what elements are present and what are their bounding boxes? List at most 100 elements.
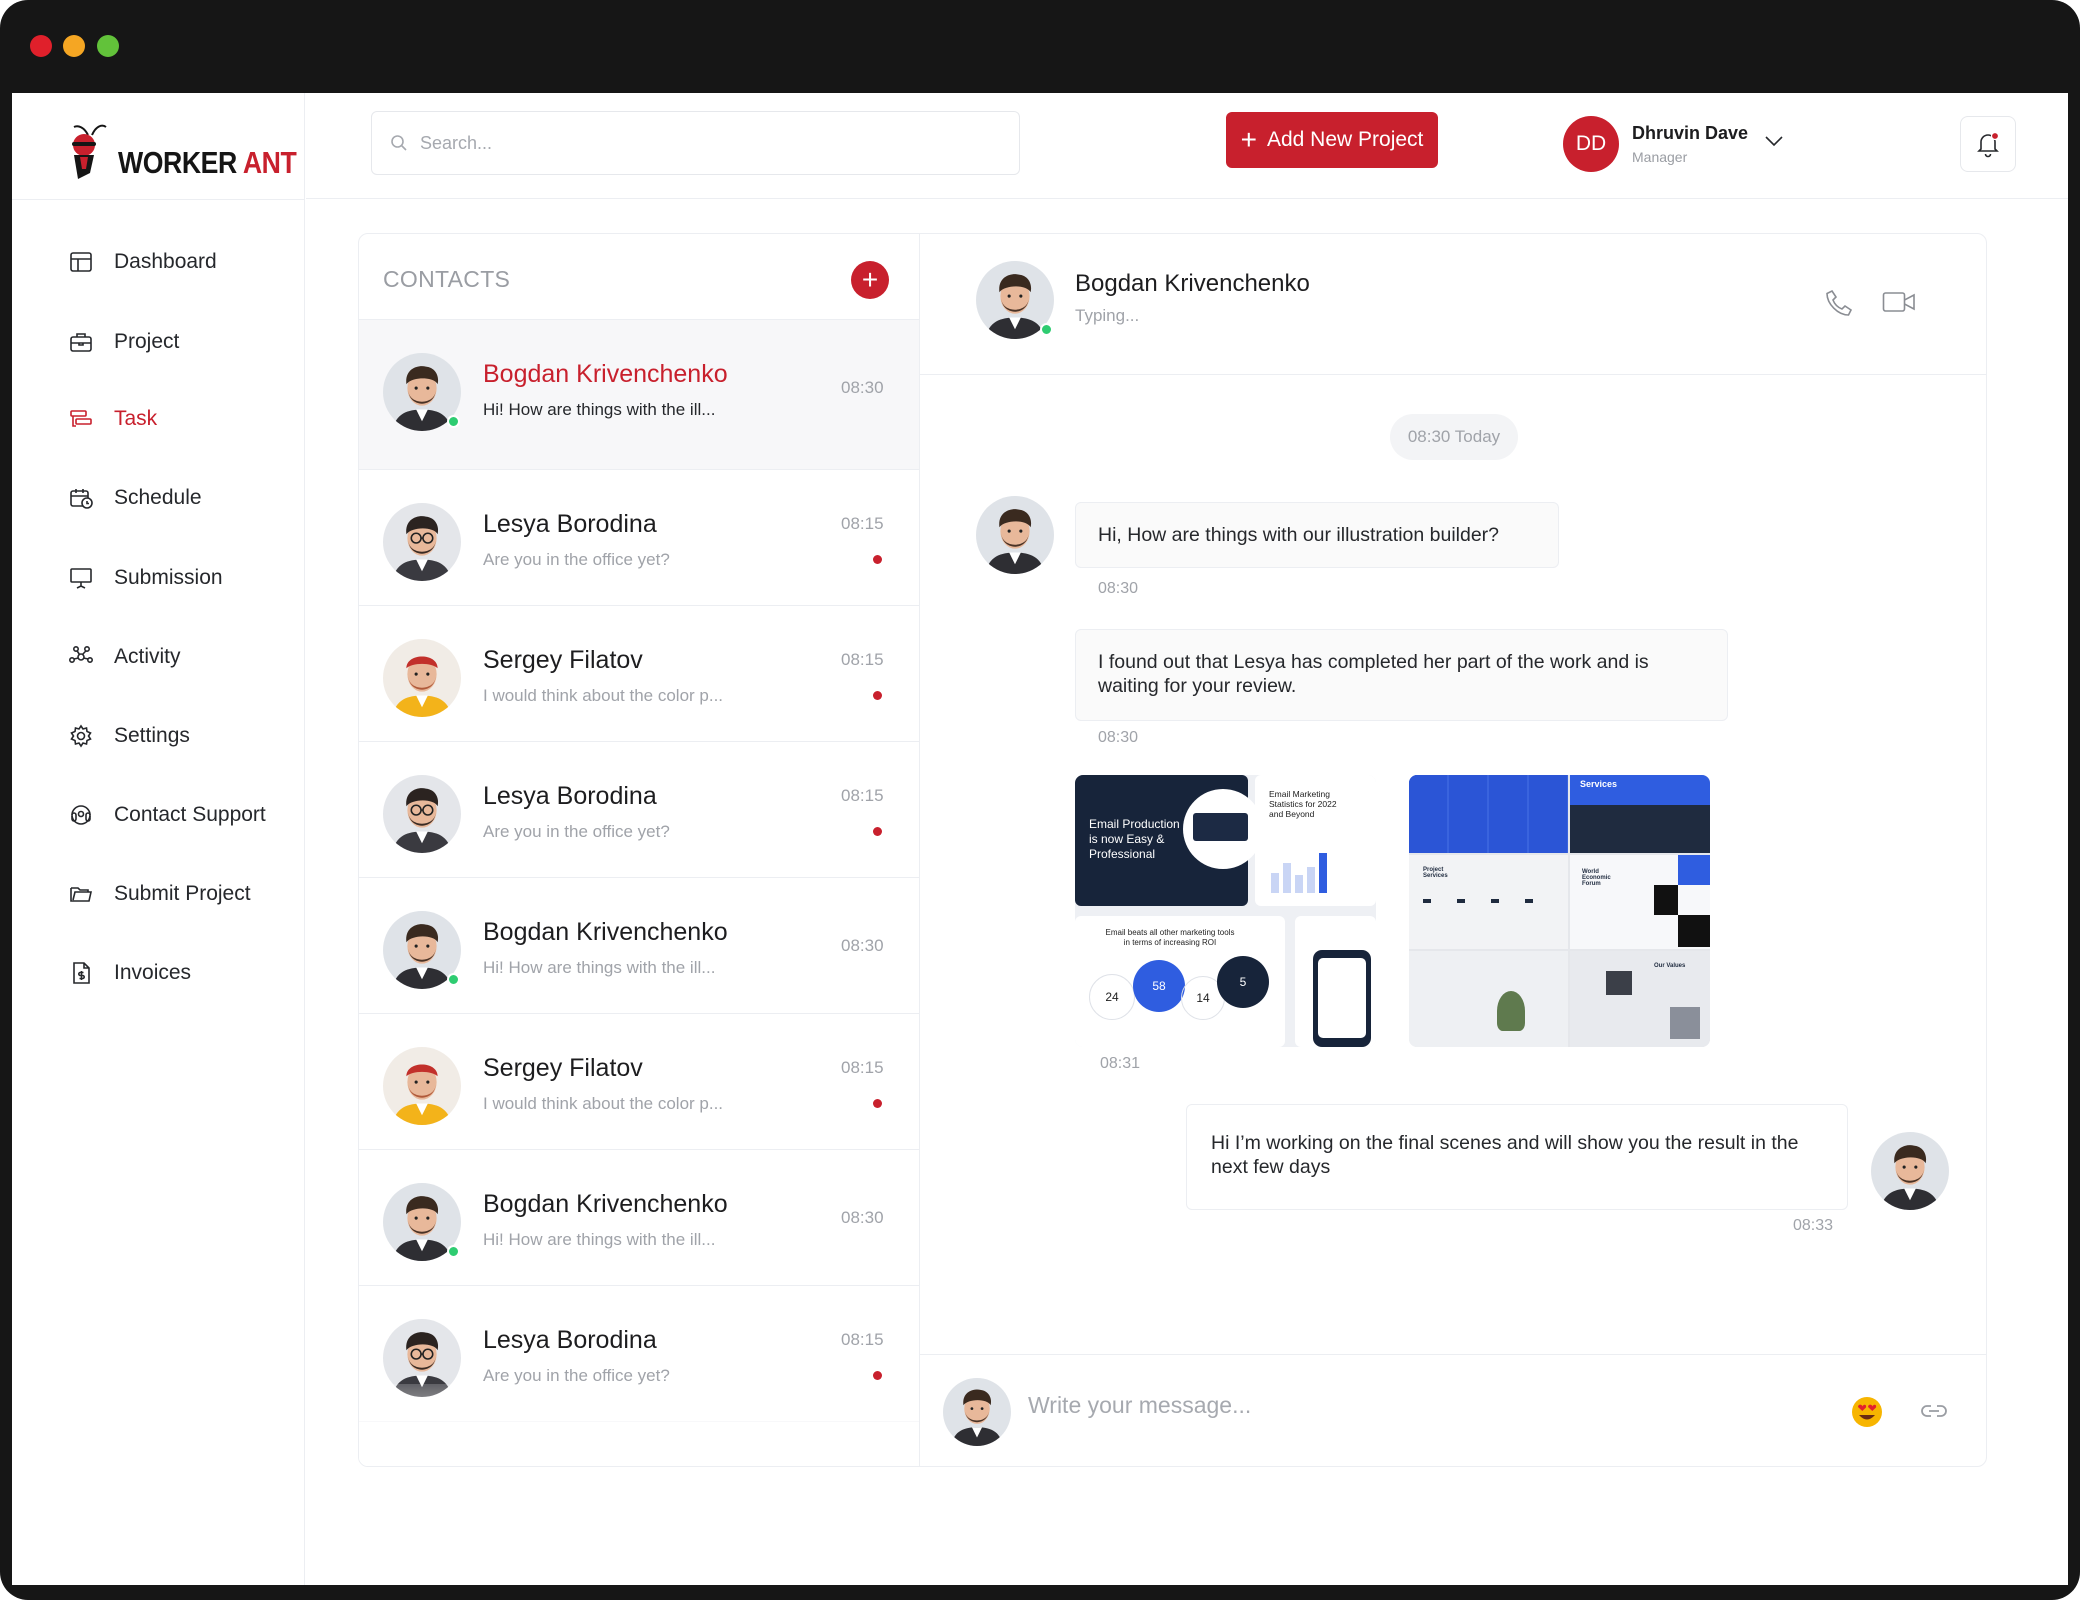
message-time: 08:30 xyxy=(1098,580,1139,597)
close-window-button[interactable] xyxy=(30,35,52,57)
add-new-project-button[interactable]: + Add New Project xyxy=(1226,112,1438,168)
avatar xyxy=(1871,1132,1949,1210)
task-icon xyxy=(70,410,92,427)
user-menu[interactable]: DD Dhruvin Dave Manager xyxy=(1563,114,1784,174)
contact-item[interactable]: Bogdan Krivenchenko Hi! How are things wi… xyxy=(359,1150,919,1286)
sidebar-item-label: Settings xyxy=(114,724,190,747)
phone-screen xyxy=(1318,958,1366,1038)
contact-item[interactable]: Sergey Filatov 08:15 xyxy=(359,1422,919,1466)
minimize-window-button[interactable] xyxy=(63,35,85,57)
contact-name: Lesya Borodina xyxy=(483,782,657,810)
contact-item[interactable]: Lesya Borodina Are you in the office yet?… xyxy=(359,1286,919,1422)
contact-item[interactable]: Lesya Borodina Are you in the office yet?… xyxy=(359,742,919,878)
avatar-wrapper xyxy=(383,775,461,853)
avatar-wrapper xyxy=(976,261,1054,339)
contact-name: Lesya Borodina xyxy=(483,510,657,538)
attach-link-icon[interactable] xyxy=(1920,1401,1948,1421)
add-contact-button[interactable]: + xyxy=(851,261,889,299)
search-box[interactable] xyxy=(371,111,1020,175)
block-graphic xyxy=(1678,915,1710,947)
contact-time: 08:15 xyxy=(841,650,884,669)
contacts-header: CONTACTS + xyxy=(359,234,919,320)
plus-icon: + xyxy=(1240,124,1257,155)
bell-icon xyxy=(1977,131,2000,158)
message-input[interactable] xyxy=(1028,1392,1808,1419)
sender-avatar[interactable] xyxy=(976,496,1054,574)
sidebar-item-label: Schedule xyxy=(114,486,202,509)
headset-icon xyxy=(71,805,91,825)
project-services-slide: Project Services xyxy=(1409,855,1568,949)
user-role: Manager xyxy=(1632,149,1688,165)
avatar-wrapper xyxy=(383,1183,461,1261)
sidebar-item-label: Submit Project xyxy=(114,882,251,905)
sidebar-item-label: Activity xyxy=(114,645,181,668)
sidebar-item-label: Submission xyxy=(114,566,223,589)
sidebar-item-schedule[interactable]: Schedule xyxy=(68,478,298,518)
messages-panel: CONTACTS + Bogdan Krivenchenko Hi! How ar… xyxy=(358,233,1987,1467)
phone-icon[interactable] xyxy=(1823,287,1855,319)
emoji-icon[interactable] xyxy=(1850,1395,1884,1429)
unread-dot xyxy=(873,1099,882,1108)
contact-last-message: Hi! How are things with the ill... xyxy=(483,400,716,419)
contact-last-message: I would think about the color p... xyxy=(483,686,724,705)
sidebar-item-dashboard[interactable]: Dashboard xyxy=(68,242,298,282)
composer-avatar xyxy=(943,1378,1011,1446)
notifications-button[interactable] xyxy=(1960,116,2016,172)
search-icon xyxy=(391,135,407,151)
contact-last-message: I would think about the color p... xyxy=(483,1094,724,1113)
avatar xyxy=(383,639,461,717)
sidebar-item-project[interactable]: Project xyxy=(68,322,298,362)
brand-name: WORKER ANT xyxy=(118,145,297,181)
avatar-wrapper xyxy=(383,503,461,581)
contact-item[interactable]: Bogdan Krivenchenko Hi! How are things wi… xyxy=(359,878,919,1014)
avatar-image xyxy=(383,1319,461,1397)
contact-time: 08:30 xyxy=(841,936,884,955)
services-banner-title: Services xyxy=(1580,779,1618,789)
contact-name: Sergey Filatov xyxy=(483,646,643,674)
sidebar-item-activity[interactable]: Activity xyxy=(68,637,298,677)
avatar-image xyxy=(383,503,461,581)
sidebar-item-task[interactable]: Task xyxy=(68,399,298,439)
activity-icon xyxy=(68,645,93,664)
sidebar-item-settings[interactable]: Settings xyxy=(68,716,298,756)
sidebar-divider xyxy=(12,199,305,200)
chat-header: Bogdan Krivenchenko Typing... xyxy=(920,234,1986,375)
sidebar-item-submit-project[interactable]: Submit Project xyxy=(68,874,298,914)
contact-time: 08:15 xyxy=(841,1058,884,1077)
ant-logo-icon xyxy=(72,124,107,179)
sidebar-item-contact-support[interactable]: Contact Support xyxy=(68,795,298,835)
search-input[interactable] xyxy=(420,132,980,154)
brand-logo[interactable]: WORKER ANT xyxy=(68,115,297,185)
image-attachment[interactable]: Services Project Services World Economic… xyxy=(1409,775,1710,1047)
message-composer xyxy=(920,1354,1986,1466)
avatar-image xyxy=(383,775,461,853)
contact-time: 08:15 xyxy=(841,786,884,805)
contact-item[interactable]: Bogdan Krivenchenko Hi! How are things wi… xyxy=(359,320,919,470)
sidebar-item-submission[interactable]: Submission xyxy=(68,558,298,598)
my-avatar[interactable] xyxy=(1871,1132,1949,1210)
sidebar-item-invoices[interactable]: Invoices xyxy=(68,953,298,993)
add-new-project-label: Add New Project xyxy=(1266,128,1424,151)
contact-item[interactable]: Sergey Filatov I would think about the co… xyxy=(359,1014,919,1150)
contacts-list: CONTACTS + Bogdan Krivenchenko Hi! How ar… xyxy=(359,234,920,1466)
laptop-screen xyxy=(1193,813,1248,841)
contact-item[interactable]: Sergey Filatov I would think about the co… xyxy=(359,606,919,742)
add-contact-label: + xyxy=(861,264,879,295)
sidebar-item-label: Dashboard xyxy=(114,250,217,273)
contact-item[interactable]: Lesya Borodina Are you in the office yet?… xyxy=(359,470,919,606)
video-call-icon[interactable] xyxy=(1882,290,1916,314)
unread-dot xyxy=(873,827,882,836)
team-strip-tiles xyxy=(1409,775,1568,853)
stat-circle-dark: 5 xyxy=(1217,956,1269,1008)
message-bubble: Hi, How are things with our illustration… xyxy=(1075,502,1559,568)
image-attachment[interactable]: Email Production is now Easy & Professio… xyxy=(1075,775,1376,1047)
message-time: 08:30 xyxy=(1098,729,1139,746)
chat-contact-name: Bogdan Krivenchenko xyxy=(1075,270,1310,297)
chat-contact-avatar[interactable] xyxy=(976,261,1054,339)
avatar-image xyxy=(383,1047,461,1125)
avatar xyxy=(383,1319,461,1397)
avatar-image xyxy=(943,1378,1011,1446)
email-hero-card: Email Production is now Easy & Professio… xyxy=(1075,775,1263,906)
maximize-window-button[interactable] xyxy=(97,35,119,57)
contact-avatar xyxy=(383,775,461,853)
